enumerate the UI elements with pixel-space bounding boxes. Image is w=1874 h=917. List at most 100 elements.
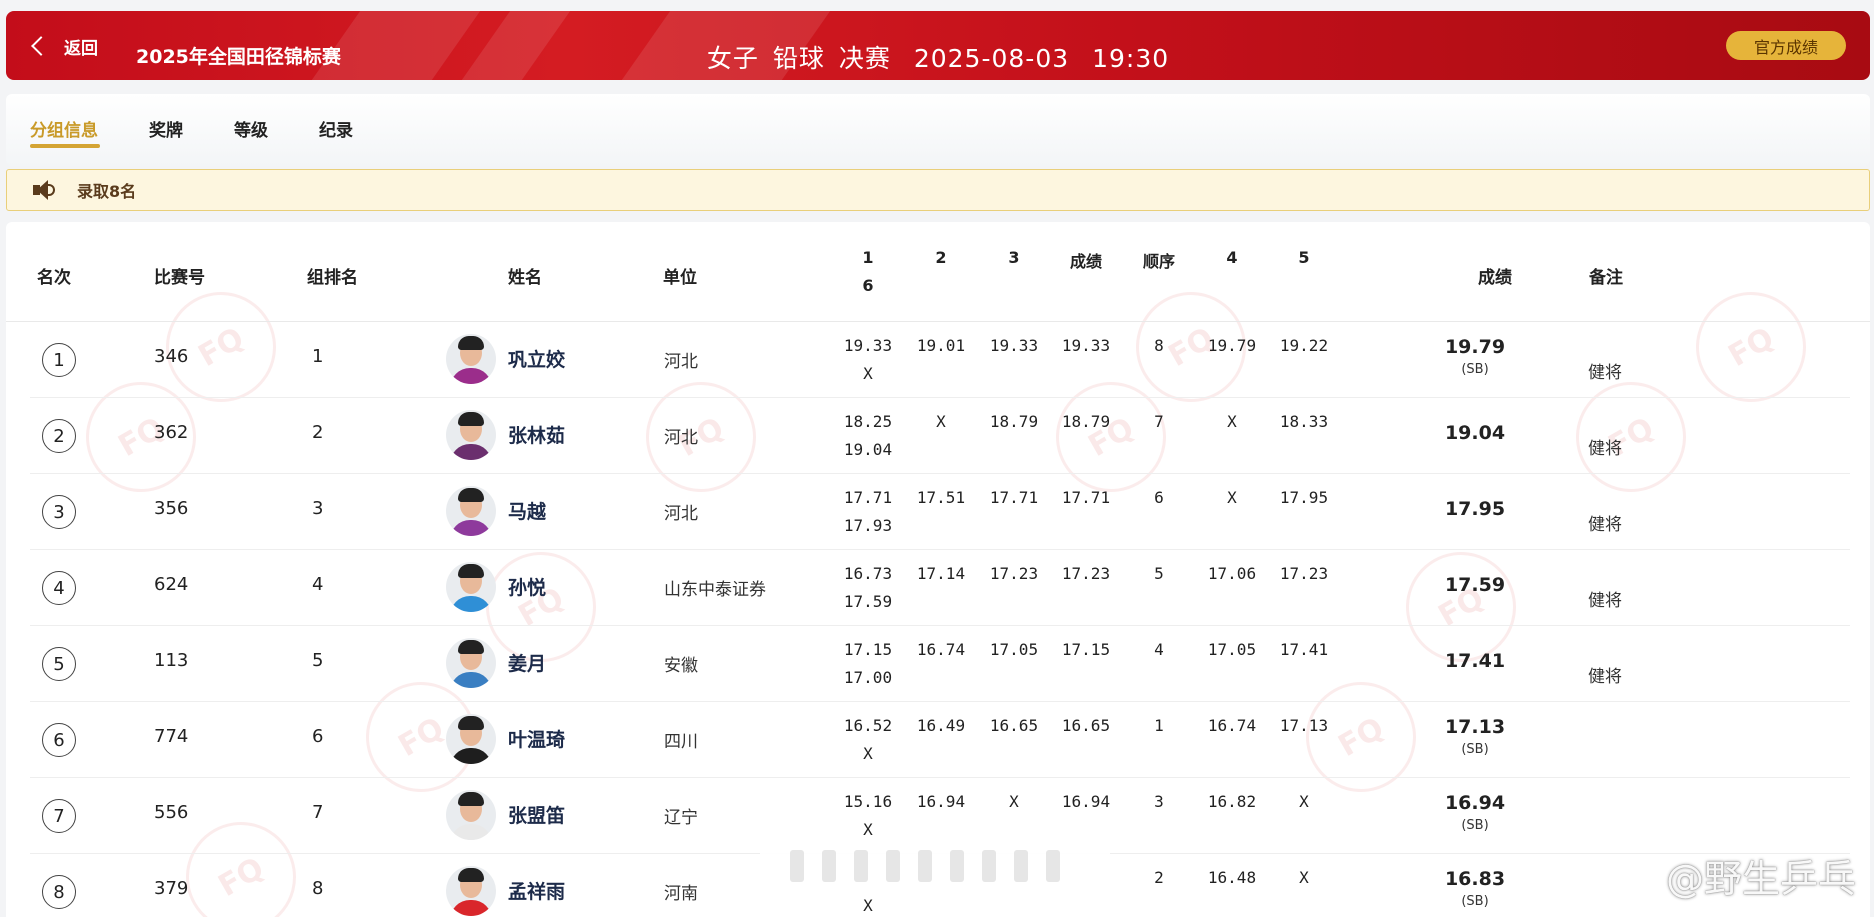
bib-number: 362	[154, 422, 189, 443]
attempt-a3: 16.65	[989, 716, 1039, 735]
bib-number: 356	[154, 498, 189, 519]
rank-badge: 8	[42, 875, 76, 909]
back-button[interactable]: 返回	[28, 32, 98, 60]
group-rank: 3	[312, 498, 324, 519]
col-mid-result: 成绩	[1069, 252, 1102, 271]
header-decoration	[461, 11, 571, 80]
tab-records[interactable]: 纪录	[319, 116, 353, 141]
attempt-a6: X	[863, 744, 873, 763]
col-bib: 比赛号	[154, 268, 205, 288]
final-result: 16.83	[1444, 868, 1506, 890]
official-results-button[interactable]: 官方成绩	[1726, 31, 1846, 60]
athlete-unit: 河南	[664, 884, 698, 904]
attempt-mid: 18.79	[1061, 412, 1111, 431]
remark: 健将	[1588, 591, 1622, 611]
athlete-unit: 四川	[664, 732, 698, 752]
image-overlay	[760, 838, 1110, 894]
athlete-unit: 河北	[664, 504, 698, 524]
season-best-badge: (SB)	[1461, 742, 1489, 757]
athlete-name[interactable]: 叶温琦	[508, 725, 565, 752]
table-row[interactable]: 2 362 2 张林茹 河北 18.25 19.04 X 18.79 18.79 7 X 18.33 19…	[30, 398, 1850, 474]
attempt-a3: X	[1009, 792, 1019, 811]
bib-number: 556	[154, 802, 189, 823]
attempt-a6: 17.00	[843, 668, 893, 687]
attempt-a1: 19.33	[843, 336, 893, 355]
athlete-name[interactable]: 孟祥雨	[508, 877, 565, 904]
attempt-a5: 17.41	[1279, 640, 1329, 659]
athlete-unit: 安徽	[664, 656, 698, 676]
final-result: 16.94	[1444, 792, 1506, 814]
attempt-a2: 16.94	[916, 792, 966, 811]
col-attempt-6: 6	[862, 276, 874, 295]
avatar	[446, 866, 496, 916]
col-result: 成绩	[1478, 268, 1512, 288]
weibo-watermark: @野生乒乓	[1665, 857, 1856, 901]
rank-badge: 5	[42, 647, 76, 681]
avatar	[446, 714, 496, 764]
active-tab-indicator	[30, 144, 100, 148]
rank-badge: 2	[42, 419, 76, 453]
table-row[interactable]: 6 774 6 叶温琦 四川 16.52 X 16.49 16.65 16.65 1 16.74 17.…	[30, 702, 1850, 778]
event-date: 2025-08-03	[913, 44, 1070, 73]
attempt-mid: 16.65	[1061, 716, 1111, 735]
tab-grades[interactable]: 等级	[234, 116, 268, 141]
bib-number: 624	[154, 574, 189, 595]
tab-medals[interactable]: 奖牌	[149, 116, 183, 141]
remark: 健将	[1588, 439, 1622, 459]
attempt-a3: 17.71	[989, 488, 1039, 507]
table-row[interactable]: 3 356 3 马越 河北 17.71 17.93 17.51 17.71 17.71 6 X 17.9…	[30, 474, 1850, 550]
rank-badge: 1	[42, 343, 76, 377]
col-unit: 单位	[663, 268, 697, 288]
attempt-a6: 17.93	[843, 516, 893, 535]
col-order: 顺序	[1142, 252, 1175, 271]
athlete-name[interactable]: 马越	[508, 497, 546, 524]
final-result: 17.13	[1444, 716, 1506, 738]
attempt-a3: 19.33	[989, 336, 1039, 355]
avatar	[446, 486, 496, 536]
attempt-order: 8	[1154, 336, 1164, 355]
group-rank: 7	[312, 802, 324, 823]
athlete-name[interactable]: 巩立姣	[508, 345, 565, 372]
attempt-a5: 17.13	[1279, 716, 1329, 735]
col-attempt-2: 2	[935, 248, 947, 267]
final-result: 19.79	[1444, 336, 1506, 358]
athlete-name[interactable]: 张盟笛	[508, 801, 565, 828]
attempt-a4: 16.48	[1207, 868, 1257, 887]
col-remark: 备注	[1589, 268, 1623, 288]
attempt-a4: 17.05	[1207, 640, 1257, 659]
athlete-name[interactable]: 张林茹	[508, 421, 565, 448]
table-row[interactable]: 4 624 4 孙悦 山东中泰证券 16.73 17.59 17.14 17.23 17.23 5 1…	[30, 550, 1850, 626]
group-rank: 2	[312, 422, 324, 443]
event-name: 2025年全国田径锦标赛	[136, 46, 341, 68]
attempt-a4: 16.82	[1207, 792, 1257, 811]
attempt-order: 5	[1154, 564, 1164, 583]
col-rank: 名次	[37, 268, 71, 288]
avatar	[446, 790, 496, 840]
attempt-mid: 19.33	[1061, 336, 1111, 355]
attempt-a4: X	[1227, 412, 1237, 431]
table-row[interactable]: 5 113 5 姜月 安徽 17.15 17.00 16.74 17.05 17.15 4 17.05…	[30, 626, 1850, 702]
avatar	[446, 410, 496, 460]
attempt-a4: 19.79	[1207, 336, 1257, 355]
col-name: 姓名	[508, 268, 542, 288]
table-row[interactable]: 1 346 1 巩立姣 河北 19.33 X 19.01 19.33 19.33 8 19.79 19.…	[30, 322, 1850, 398]
attempt-order: 4	[1154, 640, 1164, 659]
attempt-mid: 17.23	[1061, 564, 1111, 583]
attempt-a1: 18.25	[843, 412, 893, 431]
attempt-order: 1	[1154, 716, 1164, 735]
group-rank: 4	[312, 574, 324, 595]
athlete-unit: 辽宁	[664, 808, 698, 828]
attempt-a2: 17.51	[916, 488, 966, 507]
back-label: 返回	[64, 38, 98, 59]
table-header: 名次 比赛号 组排名 姓名 单位 1 6 2 3 成绩 顺序 4 5 成绩 备注	[6, 222, 1870, 322]
bib-number: 346	[154, 346, 189, 367]
group-rank: 5	[312, 650, 324, 671]
tab-bar: 分组信息 奖牌 等级 纪录	[6, 94, 1870, 166]
athlete-unit: 河北	[664, 352, 698, 372]
attempt-a4: 17.06	[1207, 564, 1257, 583]
athlete-name[interactable]: 姜月	[508, 649, 546, 676]
attempt-mid: 17.15	[1061, 640, 1111, 659]
attempt-a4: X	[1227, 488, 1237, 507]
athlete-name[interactable]: 孙悦	[508, 573, 546, 600]
tab-group-info[interactable]: 分组信息	[30, 116, 98, 141]
